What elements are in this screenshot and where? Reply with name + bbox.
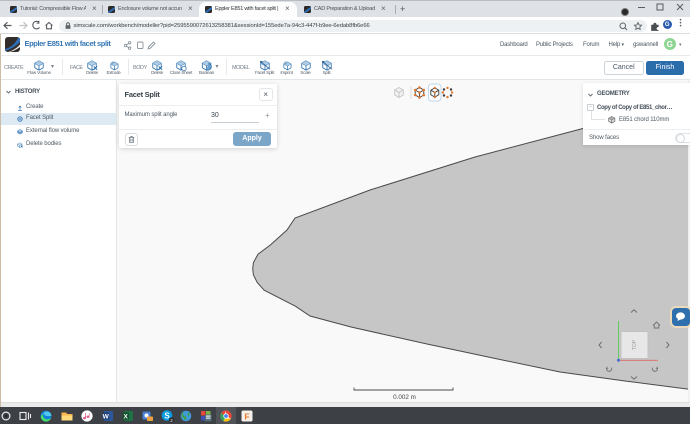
svg-text:W: W [103, 413, 110, 420]
svg-text:X: X [124, 413, 129, 420]
svg-text:F: F [244, 411, 249, 421]
